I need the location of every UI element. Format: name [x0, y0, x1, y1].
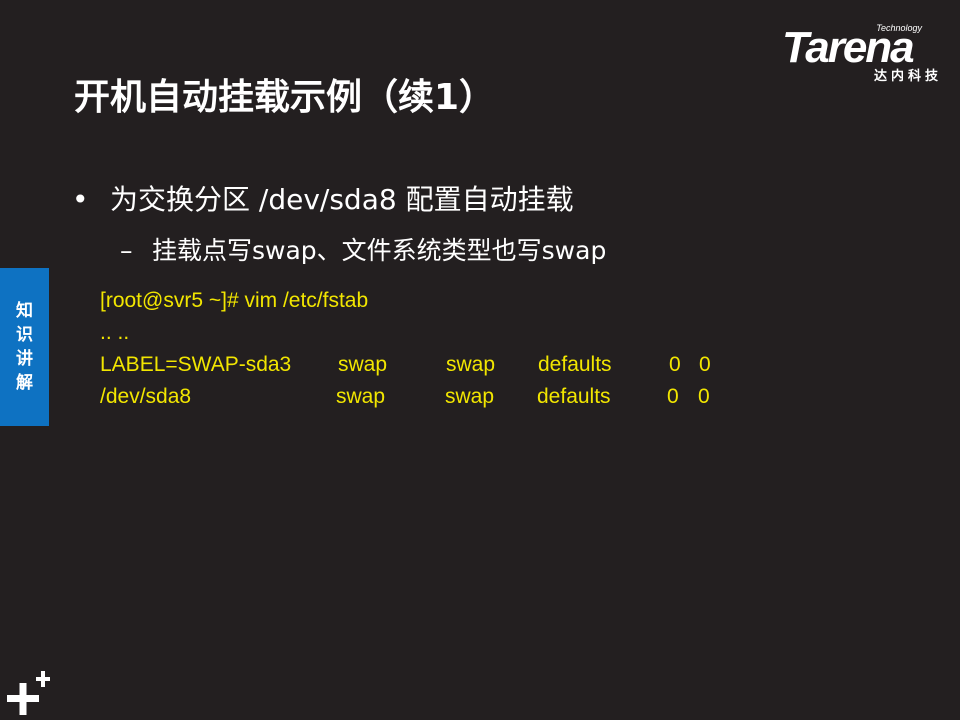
side-tab-char: 讲: [16, 349, 33, 369]
bullet-text: 为交换分区 /dev/sda8 配置自动挂载: [110, 183, 574, 216]
fstab-pass: 0: [698, 385, 710, 408]
code-ellipsis: .. ..: [100, 321, 130, 344]
tarena-logo: Technology Tarena 达内科技: [780, 20, 948, 86]
bullet-symbol: •: [72, 183, 89, 216]
code-prompt: [root@svr5 ~]# vim /etc/fstab: [100, 289, 369, 312]
sub-bullet-symbol: –: [120, 236, 133, 265]
fstab-mount: swap: [336, 385, 386, 408]
sub-bullet-text: 挂载点写swap、文件系统类型也写swap: [152, 236, 607, 265]
fstab-fstype: swap: [445, 385, 495, 408]
side-tab-char: 解: [16, 373, 33, 393]
fstab-pass: 0: [699, 353, 711, 376]
fstab-fstype: swap: [446, 353, 496, 376]
side-tab-char: 知: [16, 301, 33, 321]
fstab-mount: swap: [338, 353, 388, 376]
fstab-options: defaults: [538, 353, 612, 376]
fstab-dump: 0: [669, 353, 681, 376]
fstab-dump: 0: [667, 385, 679, 408]
knowledge-side-tab: 知 识 讲 解: [0, 268, 49, 426]
fstab-device: LABEL=SWAP-sda3: [100, 353, 292, 376]
logo-chinese: 达内科技: [873, 68, 942, 83]
side-tab-char: 识: [16, 325, 33, 345]
slide-title: 开机自动挂载示例（续1）: [74, 77, 496, 118]
sub-bullet-item: – 挂载点写swap、文件系统类型也写swap: [120, 232, 606, 270]
fstab-device: /dev/sda8: [100, 385, 192, 408]
bullet-item: • 为交换分区 /dev/sda8 配置自动挂载: [72, 180, 574, 220]
fstab-options: defaults: [537, 385, 611, 408]
plus-plus-icon: [7, 671, 50, 715]
